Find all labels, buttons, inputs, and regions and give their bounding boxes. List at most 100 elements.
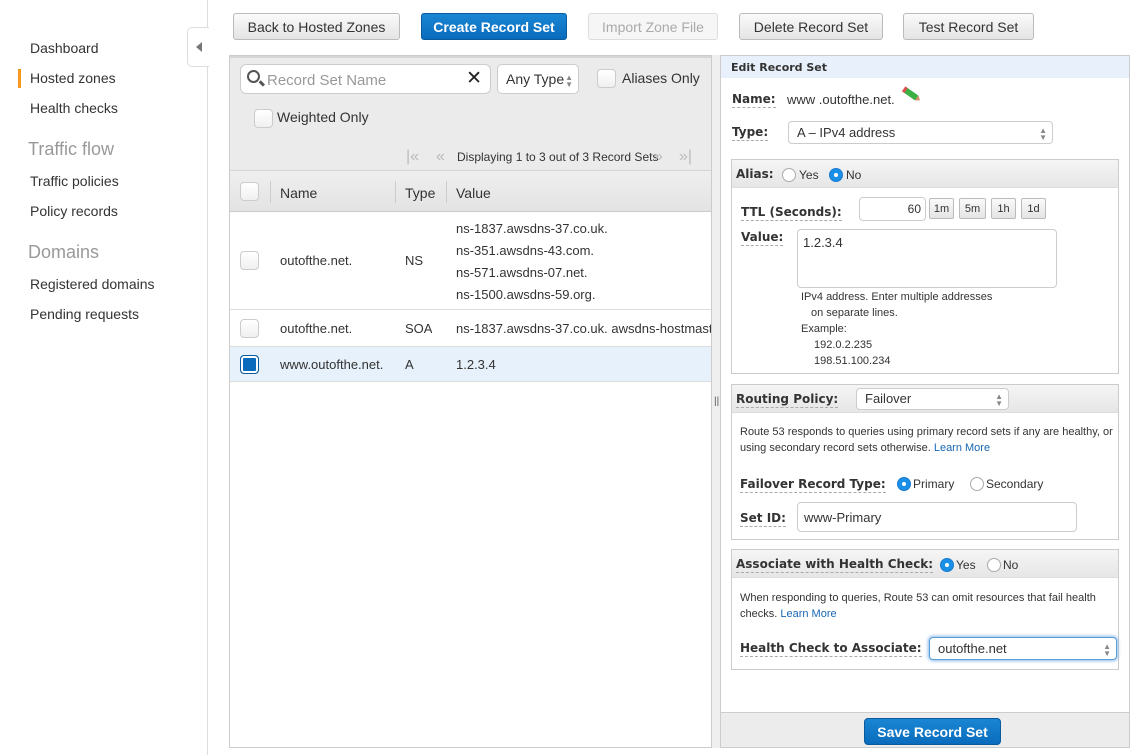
edit-panel-title: Edit Record Set: [721, 56, 1129, 78]
prev-page-icon[interactable]: «: [436, 148, 445, 166]
type-filter-select[interactable]: Any Type ▲ ▼: [497, 64, 579, 94]
sidebar-collapse-button[interactable]: [187, 27, 209, 67]
weighted-only-checkbox[interactable]: [254, 109, 273, 128]
nav-policy-records[interactable]: Policy records: [30, 203, 118, 219]
nav-health-checks[interactable]: Health checks: [30, 100, 118, 116]
next-page-icon[interactable]: »: [654, 148, 663, 166]
alias-yes-radio[interactable]: [782, 168, 796, 182]
ttl-1d-button[interactable]: 1d: [1021, 198, 1046, 219]
back-to-hosted-zones-button[interactable]: Back to Hosted Zones: [233, 13, 400, 40]
search-input[interactable]: [265, 69, 465, 91]
alias-yes-label: Yes: [799, 168, 819, 182]
save-record-set-button[interactable]: Save Record Set: [864, 718, 1001, 745]
table-row[interactable]: outofthe.net. NS ns-1837.awsdns-37.co.uk…: [230, 212, 711, 310]
value-textarea[interactable]: 1.2.3.4: [797, 229, 1057, 288]
health-check-header: Associate with Health Check: Yes No: [732, 550, 1118, 578]
failover-secondary-radio[interactable]: [970, 477, 984, 491]
value-line: ns-571.awsdns-07.net.: [456, 265, 588, 280]
create-record-set-button[interactable]: Create Record Set: [421, 13, 567, 40]
select-arrows-icon: ▲ ▼: [995, 392, 1003, 408]
failover-primary-radio[interactable]: [897, 477, 911, 491]
routing-policy-section: Routing Policy: Failover ▲ ▼ Route 53 res…: [731, 384, 1119, 540]
ttl-input[interactable]: [859, 197, 926, 221]
row-checkbox[interactable]: [240, 251, 259, 270]
column-divider: [446, 181, 447, 203]
nav-traffic-policies[interactable]: Traffic policies: [30, 173, 119, 189]
health-check-learn-more-link[interactable]: Learn More: [780, 608, 836, 620]
set-id-input[interactable]: [797, 502, 1077, 532]
set-id-label: Set ID:: [740, 511, 786, 527]
routing-policy-label: Routing Policy:: [736, 392, 839, 408]
filter-bar: ✕ Any Type ▲▼ Aliases Only Weighted Only…: [230, 56, 711, 170]
row-value: ns-1837.awsdns-37.co.uk. ns-351.awsdns-4…: [456, 218, 608, 306]
value-line: ns-1837.awsdns-37.co.uk.: [456, 221, 608, 236]
type-filter-value: Any Type: [506, 71, 565, 87]
row-checkbox-checked[interactable]: [240, 355, 259, 374]
health-check-section: Associate with Health Check: Yes No When…: [731, 549, 1119, 670]
health-check-select[interactable]: outofthe.net ▲ ▼: [929, 637, 1117, 660]
routing-learn-more-link[interactable]: Learn More: [934, 442, 990, 454]
table-row[interactable]: outofthe.net. SOA ns-1837.awsdns-37.co.u…: [230, 311, 711, 347]
row-type: SOA: [405, 321, 433, 336]
health-check-help-text: When responding to queries, Route 53 can…: [740, 592, 1096, 620]
import-zone-file-button[interactable]: Import Zone File: [588, 13, 718, 40]
row-value: 1.2.3.4: [456, 357, 496, 372]
delete-record-set-button[interactable]: Delete Record Set: [739, 13, 883, 40]
health-check-yes-radio[interactable]: [940, 558, 954, 572]
nav-dashboard[interactable]: Dashboard: [30, 40, 99, 56]
weighted-only-label: Weighted Only: [277, 109, 369, 125]
select-all-checkbox[interactable]: [240, 182, 259, 201]
edit-record-set-panel: Edit Record Set Name: www .outofthe.net.…: [720, 55, 1130, 748]
first-page-icon[interactable]: |«: [406, 148, 419, 166]
table-row-selected[interactable]: www.outofthe.net. A 1.2.3.4: [230, 347, 711, 382]
search-box[interactable]: ✕: [240, 64, 491, 94]
health-check-no-radio[interactable]: [987, 558, 1001, 572]
edit-pencil-icon[interactable]: [903, 87, 919, 101]
row-checkbox[interactable]: [240, 319, 259, 338]
row-type: NS: [405, 253, 424, 268]
nav-heading-traffic-flow: Traffic flow: [28, 139, 115, 159]
name-value: www .outofthe.net.: [787, 92, 895, 107]
test-record-set-button[interactable]: Test Record Set: [903, 13, 1034, 40]
value-label: Value:: [741, 230, 784, 246]
clear-search-icon[interactable]: ✕: [466, 68, 482, 90]
aliases-only-checkbox[interactable]: [597, 69, 616, 88]
value-line: ns-1500.awsdns-59.org.: [456, 287, 596, 302]
column-divider: [270, 181, 271, 203]
last-page-icon[interactable]: »|: [679, 148, 692, 166]
table-header: Name Type Value: [230, 170, 711, 212]
select-arrows-icon: ▲ ▼: [565, 73, 573, 89]
nav-pending-requests[interactable]: Pending requests: [30, 306, 139, 322]
column-divider: [395, 181, 396, 203]
ttl-5m-button[interactable]: 5m: [959, 198, 986, 219]
health-check-to-associate-label: Health Check to Associate:: [740, 641, 922, 657]
pager-text: Displaying 1 to 3 out of 3 Record Sets: [457, 150, 659, 164]
nav-hosted-zones[interactable]: Hosted zones: [18, 69, 116, 88]
routing-policy-select[interactable]: Failover ▲ ▼: [856, 388, 1009, 410]
failover-record-type-label: Failover Record Type:: [740, 477, 886, 493]
triangle-left-icon: [195, 42, 202, 52]
sidebar: Dashboard Hosted zones Health checks Tra…: [0, 0, 208, 755]
ttl-1h-button[interactable]: 1h: [991, 198, 1016, 219]
failover-secondary-label: Secondary: [986, 477, 1044, 491]
routing-help-text: Route 53 responds to queries using prima…: [740, 426, 1113, 454]
grip-icon: ||: [714, 396, 720, 407]
record-sets-panel: ✕ Any Type ▲▼ Aliases Only Weighted Only…: [229, 55, 712, 748]
nav-heading-domains: Domains: [28, 242, 100, 262]
ttl-1m-button[interactable]: 1m: [929, 198, 954, 219]
nav-registered-domains[interactable]: Registered domains: [30, 276, 155, 292]
record-type-select[interactable]: A – IPv4 address ▲ ▼: [788, 121, 1053, 144]
column-header-type[interactable]: Type: [405, 185, 435, 201]
panel-resize-handle[interactable]: ||: [712, 55, 720, 748]
name-label: Name:: [732, 92, 776, 108]
alias-section: Alias: Yes No TTL (Seconds): 1m 5m 1h 1d…: [731, 159, 1119, 374]
alias-no-radio[interactable]: [829, 168, 843, 182]
select-arrows-icon: ▲ ▼: [1103, 642, 1111, 658]
column-header-value[interactable]: Value: [456, 185, 491, 201]
select-arrows-icon: ▲ ▼: [1039, 126, 1047, 142]
record-type-value: A – IPv4 address: [797, 125, 896, 140]
health-check-no-label: No: [1003, 558, 1019, 572]
alias-no-label: No: [846, 168, 862, 182]
alias-label: Alias:: [736, 167, 774, 181]
column-header-name[interactable]: Name: [280, 185, 317, 201]
